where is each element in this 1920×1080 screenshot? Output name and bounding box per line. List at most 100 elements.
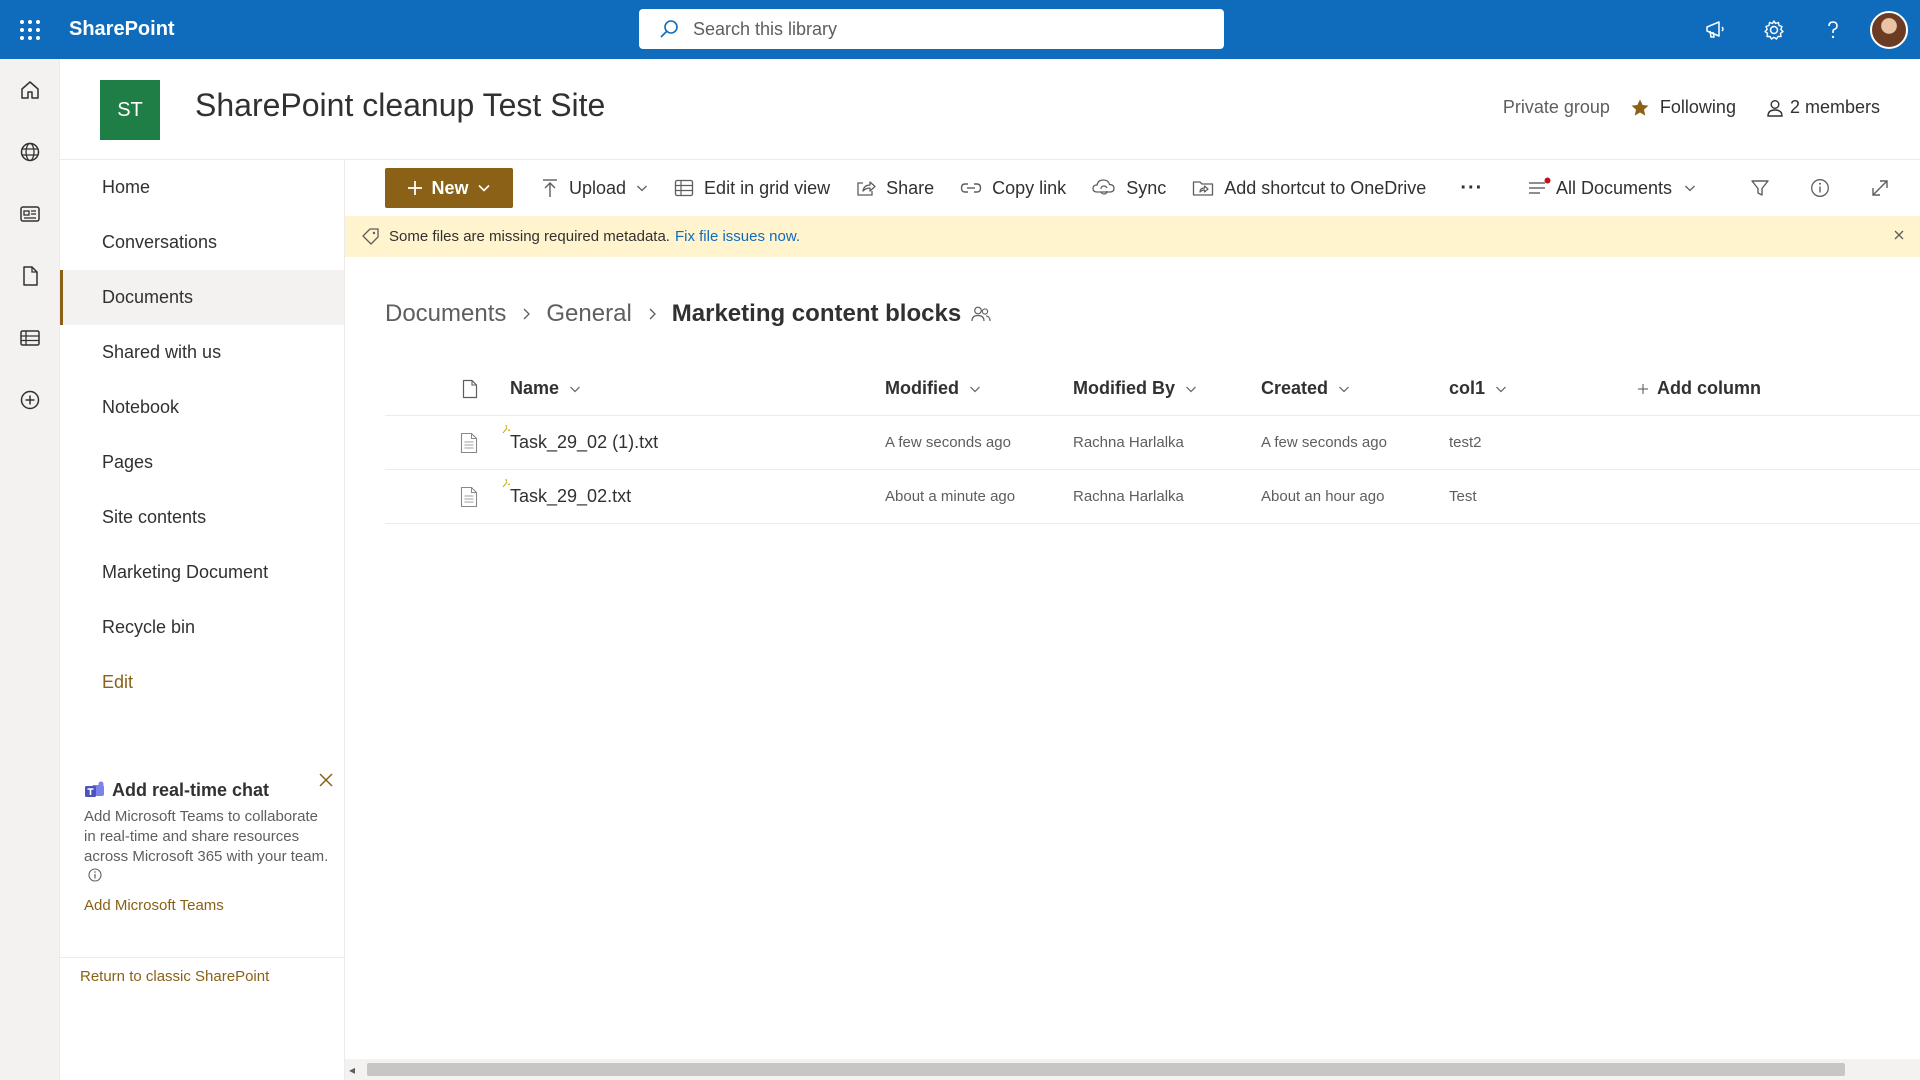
whats-new-button[interactable]	[1685, 0, 1744, 59]
col1-cell: Test	[1449, 488, 1477, 505]
column-header-modified-label: Modified	[885, 378, 959, 398]
filter-button[interactable]	[1730, 160, 1790, 216]
file-name-link[interactable]: Task_29_02 (1).txt	[502, 424, 659, 452]
add-column-label: Add column	[1657, 378, 1761, 398]
edit-grid-view-button[interactable]: Edit in grid view	[674, 178, 830, 199]
plus-icon	[408, 181, 423, 195]
appbar-create-button[interactable]	[0, 369, 60, 431]
document-icon	[23, 266, 38, 286]
follow-button[interactable]: Following	[1630, 97, 1736, 118]
appbar-files-button[interactable]	[0, 245, 60, 307]
copy-link-button[interactable]: Copy link	[960, 178, 1066, 199]
settings-button[interactable]	[1744, 0, 1803, 59]
nav-item-notebook[interactable]: Notebook	[60, 380, 344, 435]
chat-card-close-button[interactable]	[318, 772, 334, 793]
scroll-left-arrow[interactable]: ◂	[349, 1063, 355, 1077]
nav-item-shared-with-us[interactable]: Shared with us	[60, 325, 344, 380]
add-teams-link[interactable]: Add Microsoft Teams	[84, 897, 332, 914]
appbar-lists-button[interactable]	[0, 307, 60, 369]
search-box[interactable]	[639, 9, 1224, 49]
view-list-icon	[1528, 177, 1551, 194]
nav-item-site-contents[interactable]: Site contents	[60, 490, 344, 545]
column-header-name[interactable]: Name	[510, 378, 885, 399]
txt-file-icon	[385, 486, 510, 508]
file-name-link[interactable]: Task_29_02.txt	[502, 478, 632, 506]
people-icon[interactable]	[971, 305, 991, 323]
teams-chat-card: Add real-time chat Add Microsoft Teams t…	[60, 770, 344, 914]
appbar-sites-button[interactable]	[0, 121, 60, 183]
members-label: 2 members	[1789, 97, 1880, 117]
fix-file-issues-link[interactable]: Fix file issues now.	[675, 228, 800, 245]
more-commands-button[interactable]: ···	[1460, 177, 1483, 200]
help-icon	[1827, 20, 1838, 38]
app-name[interactable]: SharePoint	[69, 18, 175, 41]
breadcrumb-item-current: Marketing content blocks	[671, 300, 962, 327]
nav-item-home[interactable]: Home	[60, 160, 344, 215]
expand-icon	[1872, 180, 1888, 196]
document-list: Name Modified Modified By Created col1 A…	[385, 362, 1920, 524]
grid-icon	[674, 179, 694, 197]
new-button[interactable]: New	[385, 168, 513, 208]
column-header-created[interactable]: Created	[1261, 378, 1449, 399]
modified-by-cell[interactable]: Rachna Harlalka	[1073, 434, 1261, 451]
created-cell: About an hour ago	[1261, 488, 1385, 505]
avatar[interactable]	[1870, 10, 1908, 49]
banner-close-button[interactable]	[1892, 228, 1906, 246]
horizontal-scrollbar[interactable]: ◂	[345, 1059, 1920, 1080]
search-input[interactable]	[693, 18, 1193, 40]
file-name-text: Task_29_02.txt	[510, 486, 632, 506]
site-logo[interactable]: ST	[100, 80, 160, 140]
app-launcher-button[interactable]	[0, 0, 59, 59]
file-name-text: Task_29_02 (1).txt	[510, 432, 659, 452]
file-type-header[interactable]	[385, 379, 510, 399]
column-header-modified-by[interactable]: Modified By	[1073, 378, 1261, 399]
waffle-icon	[19, 19, 40, 40]
breadcrumb-item-general[interactable]: General	[546, 300, 631, 328]
created-cell: A few seconds ago	[1261, 434, 1387, 451]
return-to-classic-link[interactable]: Return to classic SharePoint	[80, 968, 269, 985]
nav-edit-link[interactable]: Edit	[60, 655, 344, 710]
nav-item-marketing-document[interactable]: Marketing Document	[60, 545, 344, 600]
upload-button[interactable]: Upload	[541, 178, 648, 199]
members-button[interactable]: 2 members	[1766, 97, 1880, 118]
banner-message: Some files are missing required metadata…	[389, 228, 670, 245]
scrollbar-thumb[interactable]	[367, 1063, 1845, 1076]
nav-divider	[60, 957, 344, 958]
chat-card-body: Add Microsoft Teams to collaborate in re…	[84, 807, 332, 887]
help-button[interactable]	[1803, 0, 1862, 59]
list-header: Name Modified Modified By Created col1 A…	[385, 362, 1920, 416]
chevron-down-icon	[1685, 185, 1695, 192]
nav-item-conversations[interactable]: Conversations	[60, 215, 344, 270]
table-row[interactable]: Task_29_02 (1).txt A few seconds ago Rachn…	[385, 416, 1920, 470]
nav-item-recycle-bin[interactable]: Recycle bin	[60, 600, 344, 655]
col1-cell: test2	[1449, 434, 1482, 451]
breadcrumb-item-documents[interactable]: Documents	[385, 300, 506, 328]
upload-icon	[543, 179, 557, 197]
nav-item-documents[interactable]: Documents	[60, 270, 344, 325]
table-row[interactable]: Task_29_02.txt About a minute ago Rachna H…	[385, 470, 1920, 524]
details-pane-button[interactable]	[1790, 160, 1850, 216]
sync-button[interactable]: Sync	[1092, 178, 1166, 199]
chevron-down-icon	[570, 386, 580, 392]
add-shortcut-button[interactable]: Add shortcut to OneDrive	[1192, 178, 1426, 199]
column-header-modified[interactable]: Modified	[885, 378, 1073, 399]
focus-mode-button[interactable]	[1850, 160, 1910, 216]
appbar-news-button[interactable]	[0, 183, 60, 245]
nav-item-pages[interactable]: Pages	[60, 435, 344, 490]
share-icon	[857, 181, 876, 196]
link-icon	[960, 183, 982, 193]
edit-grid-view-label: Edit in grid view	[704, 177, 831, 198]
view-switcher[interactable]: All Documents	[1528, 177, 1696, 199]
site-header: ST SharePoint cleanup Test Site Private …	[60, 59, 1920, 160]
appbar-home-button[interactable]	[0, 59, 60, 121]
share-button[interactable]: Share	[856, 178, 934, 199]
home-icon	[21, 81, 39, 99]
txt-file-icon	[385, 432, 510, 454]
gear-icon	[1763, 19, 1784, 40]
info-icon[interactable]	[88, 868, 102, 882]
column-header-col1[interactable]: col1	[1449, 378, 1637, 399]
add-column-button[interactable]: Add column	[1637, 378, 1837, 399]
site-title[interactable]: SharePoint cleanup Test Site	[195, 87, 605, 124]
modified-by-cell[interactable]: Rachna Harlalka	[1073, 488, 1261, 505]
shortcut-icon	[1193, 181, 1214, 196]
